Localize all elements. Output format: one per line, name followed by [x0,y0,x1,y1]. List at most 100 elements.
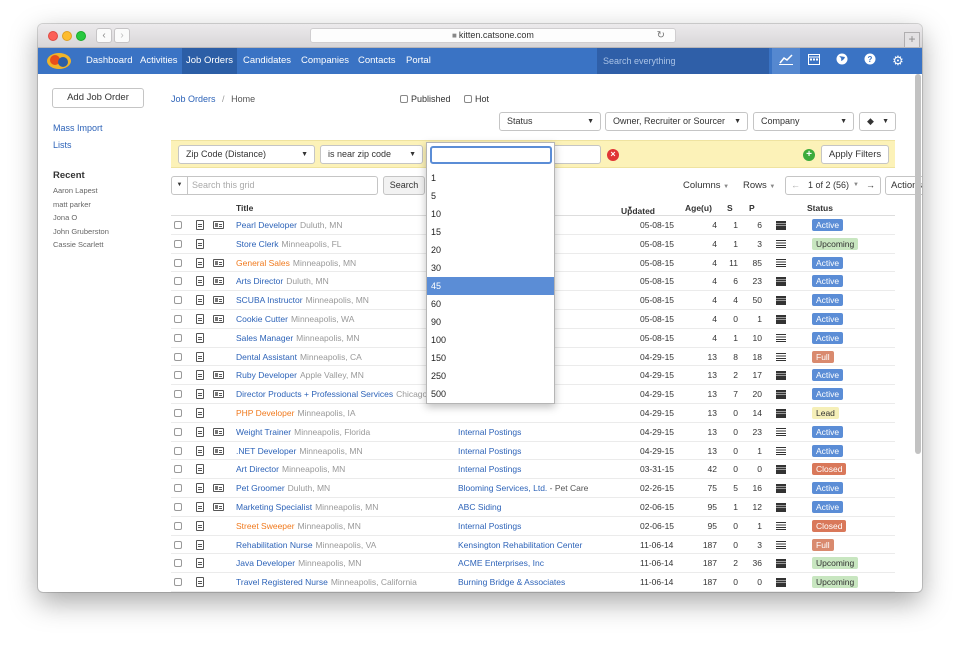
job-title-link[interactable]: Cookie Cutter Minneapolis, WA [236,314,354,324]
status-badge[interactable]: Closed [812,463,847,476]
document-icon[interactable] [196,520,204,531]
chevron-down-icon[interactable]: ▼ [172,177,188,194]
contact-card-icon[interactable] [213,427,224,436]
status-badge[interactable]: Active [812,501,844,513]
status-badge[interactable]: Closed [812,519,847,532]
contact-card-icon[interactable] [213,221,224,229]
pipeline-list-icon[interactable] [776,465,786,474]
table-row[interactable]: Street Sweeper Minneapolis, MN Internal Po… [171,517,895,536]
contact-card-icon[interactable] [213,296,224,305]
row-checkbox[interactable] [174,221,182,229]
filter-operator-select[interactable]: is near zip code ▼ [320,145,423,164]
pipeline-list-icon[interactable] [776,446,786,456]
row-checkbox[interactable] [174,239,182,248]
status-badge[interactable]: Full [812,350,834,363]
nav-portal[interactable]: Portal [402,48,435,74]
job-title-link[interactable]: General Sales Minneapolis, MN [236,258,356,268]
recent-item[interactable]: John Gruberston [53,227,109,236]
tags-select[interactable]: ◆ ▼ [859,112,896,131]
table-row[interactable]: Java Developer Minneapolis, MN ACME Enterp… [171,554,895,574]
table-row[interactable]: Marketing Specialist Minneapolis, MN ABC S… [171,498,895,517]
contact-card-icon[interactable] [213,258,224,267]
dropdown-option[interactable]: 30 [427,259,554,277]
document-icon[interactable] [196,483,204,494]
pipeline-list-icon[interactable] [776,296,786,305]
document-icon[interactable] [196,370,204,381]
dropdown-option[interactable]: 45 [427,277,554,295]
job-title-link[interactable]: Java Developer Minneapolis, MN [236,558,361,568]
job-title-link[interactable]: Sales Manager Minneapolis, MN [236,333,359,343]
job-title-link[interactable]: Ruby Developer Apple Valley, MN [236,370,364,380]
grid-search-input[interactable]: ▼ Search this grid [171,176,378,195]
page-indicator[interactable]: 1 of 2 (56) [808,177,849,194]
document-icon[interactable] [196,332,204,343]
next-page-icon[interactable]: → [866,177,875,194]
filter-field-select[interactable]: Zip Code (Distance) ▼ [178,145,315,164]
row-checkbox[interactable] [174,559,182,568]
remove-filter-icon[interactable]: × [607,149,619,161]
dropdown-search-input[interactable] [430,146,552,164]
recent-item[interactable]: matt parker [53,200,91,209]
nav-candidates[interactable]: Candidates [239,48,295,74]
status-badge[interactable]: Active [812,331,844,344]
dropdown-option[interactable]: 500 [427,385,554,403]
company-link[interactable]: Kensington Rehabilitation Center [458,540,582,550]
pipeline-list-icon[interactable] [776,559,786,568]
p-column-header[interactable]: P [749,203,755,213]
table-row[interactable]: Weight Trainer Minneapolis, Florida Intern… [171,423,895,442]
company-link[interactable]: Internal Postings [458,464,521,474]
s-column-header[interactable]: S [727,203,733,213]
status-badge[interactable]: Upcoming [812,576,859,589]
job-title-link[interactable]: Marketing Specialist Minneapolis, MN [236,502,378,512]
document-icon[interactable] [196,276,204,287]
status-badge[interactable]: Active [812,275,844,288]
catsone-logo[interactable] [46,52,72,70]
job-title-link[interactable]: Director Products + Professional Service… [236,389,427,399]
minimize-window-button[interactable] [62,31,72,41]
document-icon[interactable] [196,257,204,268]
job-title-link[interactable]: .NET Developer Minneapolis, MN [236,446,363,456]
row-checkbox[interactable] [174,521,182,530]
back-button[interactable]: ‹ [96,28,112,43]
job-title-link[interactable]: Pet Groomer Duluth, MN [236,483,330,493]
add-job-order-button[interactable]: Add Job Order [52,88,144,108]
job-title-link[interactable]: Travel Registered Nurse Minneapolis, Cali… [236,577,417,587]
status-badge[interactable]: Upcoming [812,557,859,570]
dropdown-option[interactable]: 10 [427,205,554,223]
status-badge[interactable]: Active [812,294,844,307]
help-icon[interactable]: ? [856,48,884,74]
row-checkbox[interactable] [174,352,182,361]
table-row[interactable]: .NET Developer Minneapolis, MN Internal Po… [171,442,895,461]
published-checkbox[interactable]: Published [400,94,451,104]
company-link[interactable]: ABC Siding [458,502,501,512]
nav-job-orders[interactable]: Job Orders [182,48,237,74]
job-title-link[interactable]: SCUBA Instructor Minneapolis, MN [236,295,369,305]
company-link[interactable]: Blooming Services, Ltd. - Pet Care [458,483,588,493]
document-icon[interactable] [196,408,204,418]
status-badge[interactable]: Active [812,219,844,231]
dropdown-option[interactable]: 100 [427,331,554,349]
document-icon[interactable] [196,539,204,550]
job-title-link[interactable]: Rehabilitation Nurse Minneapolis, VA [236,540,376,550]
table-row[interactable]: Travel Registered Nurse Minneapolis, Cali… [171,573,895,592]
dropdown-option[interactable]: 60 [427,295,554,313]
pipeline-list-icon[interactable] [776,578,786,587]
job-title-link[interactable]: Weight Trainer Minneapolis, Florida [236,427,370,437]
job-title-link[interactable]: Arts Director Duluth, MN [236,276,329,286]
dropdown-option[interactable]: 250 [427,367,554,385]
status-select[interactable]: Status ▼ [499,112,601,131]
table-row[interactable]: Pet Groomer Duluth, MN Blooming Services, … [171,479,895,498]
job-title-link[interactable]: Dental Assistant Minneapolis, CA [236,352,362,362]
contact-card-icon[interactable] [213,484,224,493]
nav-activities[interactable]: Activities [136,48,181,74]
new-tab-button[interactable]: + [904,32,920,47]
global-search-input[interactable]: Search everything [597,48,769,74]
company-link[interactable]: Internal Postings [458,427,521,437]
reports-chart-icon[interactable] [772,48,800,74]
document-icon[interactable] [196,445,204,456]
lists-link[interactable]: Lists [53,140,72,150]
document-icon[interactable] [196,502,204,512]
pipeline-list-icon[interactable] [776,258,786,268]
pipeline-list-icon[interactable] [776,427,786,437]
pipeline-list-icon[interactable] [776,484,786,493]
